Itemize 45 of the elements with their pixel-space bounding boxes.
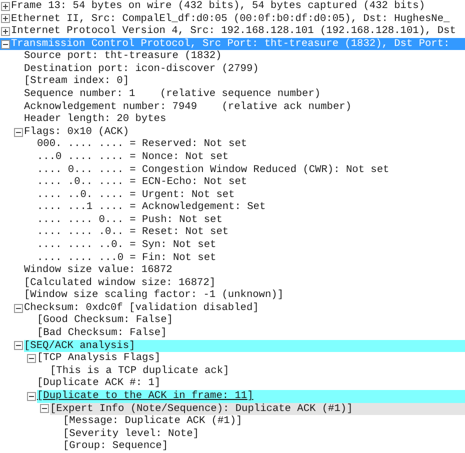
tree-row-text[interactable]: Header length: 20 bytes xyxy=(24,113,166,126)
tree-row-text[interactable]: Frame 13: 54 bytes on wire (432 bits), 54 bytes captured (432 bits) xyxy=(11,0,426,13)
tree-row-text[interactable]: Internet Protocol Version 4, Src: 192.168.128.101 (192.168.128.101), Dst xyxy=(11,25,456,38)
tree-row-text[interactable]: Source port: tht-treasure (1832) xyxy=(24,50,222,63)
tree-row-text[interactable]: [TCP Analysis Flags] xyxy=(37,352,161,365)
tree-row-text[interactable]: [Bad Checksum: False] xyxy=(37,327,167,340)
tree-row-text[interactable]: Acknowledgement number: 7949 (relative ack number) xyxy=(24,100,352,114)
tree-row-text[interactable]: [Duplicate to the ACK in frame: 11] xyxy=(37,390,465,402)
tree-row-text[interactable]: Ethernet II, Src: CompalEl_df:d0:05 (00:0f:b0:df:d0:05), Dst: HughesNe_ xyxy=(11,12,450,26)
collapse-icon[interactable] xyxy=(14,128,23,137)
collapse-icon[interactable] xyxy=(40,404,49,414)
tree-row-text[interactable]: 000. .... .... = Reserved: Not set xyxy=(37,138,248,151)
tree-row-text[interactable]: [Group: Sequence] xyxy=(63,440,168,453)
collapse-icon[interactable] xyxy=(1,40,10,49)
tree-row-text[interactable]: .... .0.. .... = ECN-Echo: Not set xyxy=(37,176,248,189)
tree-row-text[interactable]: Checksum: 0xdc0f [validation disabled] xyxy=(24,302,259,314)
tree-row-text[interactable]: [Message: Duplicate ACK (#1)] xyxy=(63,415,242,428)
tree-row-text[interactable]: Window size value: 16872 xyxy=(24,264,172,277)
tree-row-text[interactable]: .... 0... .... = Congestion Window Reduced (CWR): Not set xyxy=(37,164,390,176)
tree-row-text[interactable]: [Stream index: 0] xyxy=(24,75,130,88)
tree-row-text[interactable]: [SEQ/ACK analysis] xyxy=(24,340,465,352)
tree-row-text[interactable]: [Good Checksum: False] xyxy=(37,314,173,328)
tree-row-text[interactable]: Destination port: icon-discover (2799) xyxy=(24,62,259,76)
tree-row-text[interactable]: [Window size scaling factor: -1 (unknown)] xyxy=(24,289,284,302)
expand-icon[interactable] xyxy=(1,14,10,24)
tree-row-text[interactable]: [Expert Info (Note/Sequence): Duplicate ACK (#1)] xyxy=(50,402,465,416)
tree-row-text[interactable]: [Severity level: Note] xyxy=(63,428,199,440)
collapse-icon[interactable] xyxy=(27,392,36,401)
tree-row-text[interactable]: Flags: 0x10 (ACK) xyxy=(24,126,130,138)
tree-row-text[interactable]: .... ...1 .... = Acknowledgement: Set xyxy=(37,201,266,214)
tree-row-text[interactable]: [Duplicate ACK #: 1] xyxy=(37,377,161,390)
collapse-icon[interactable] xyxy=(14,341,23,350)
tree-row-text[interactable]: ...0 .... .... = Nonce: Not set xyxy=(37,150,229,164)
tree-row-text[interactable]: .... .... 0... = Push: Not set xyxy=(37,214,222,226)
expand-icon[interactable] xyxy=(1,26,10,36)
tree-row-text[interactable]: .... ..0. .... = Urgent: Not set xyxy=(37,188,235,202)
tree-row-text[interactable]: [This is a TCP duplicate ack] xyxy=(50,364,230,378)
tree-row-text[interactable]: .... .... ..0. = Syn: Not set xyxy=(37,238,216,252)
tree-row-text[interactable]: Sequence number: 1 (relative sequence number) xyxy=(24,88,321,101)
expand-icon[interactable] xyxy=(1,2,10,11)
tree-row-text[interactable]: [Calculated window size: 16872] xyxy=(24,276,216,290)
tree-row-text[interactable]: .... .... ...0 = Fin: Not set xyxy=(37,252,216,264)
collapse-icon[interactable] xyxy=(27,354,36,363)
collapse-icon[interactable] xyxy=(14,304,23,313)
tree-row-text[interactable]: .... .... .0.. = Reset: Not set xyxy=(37,226,229,239)
